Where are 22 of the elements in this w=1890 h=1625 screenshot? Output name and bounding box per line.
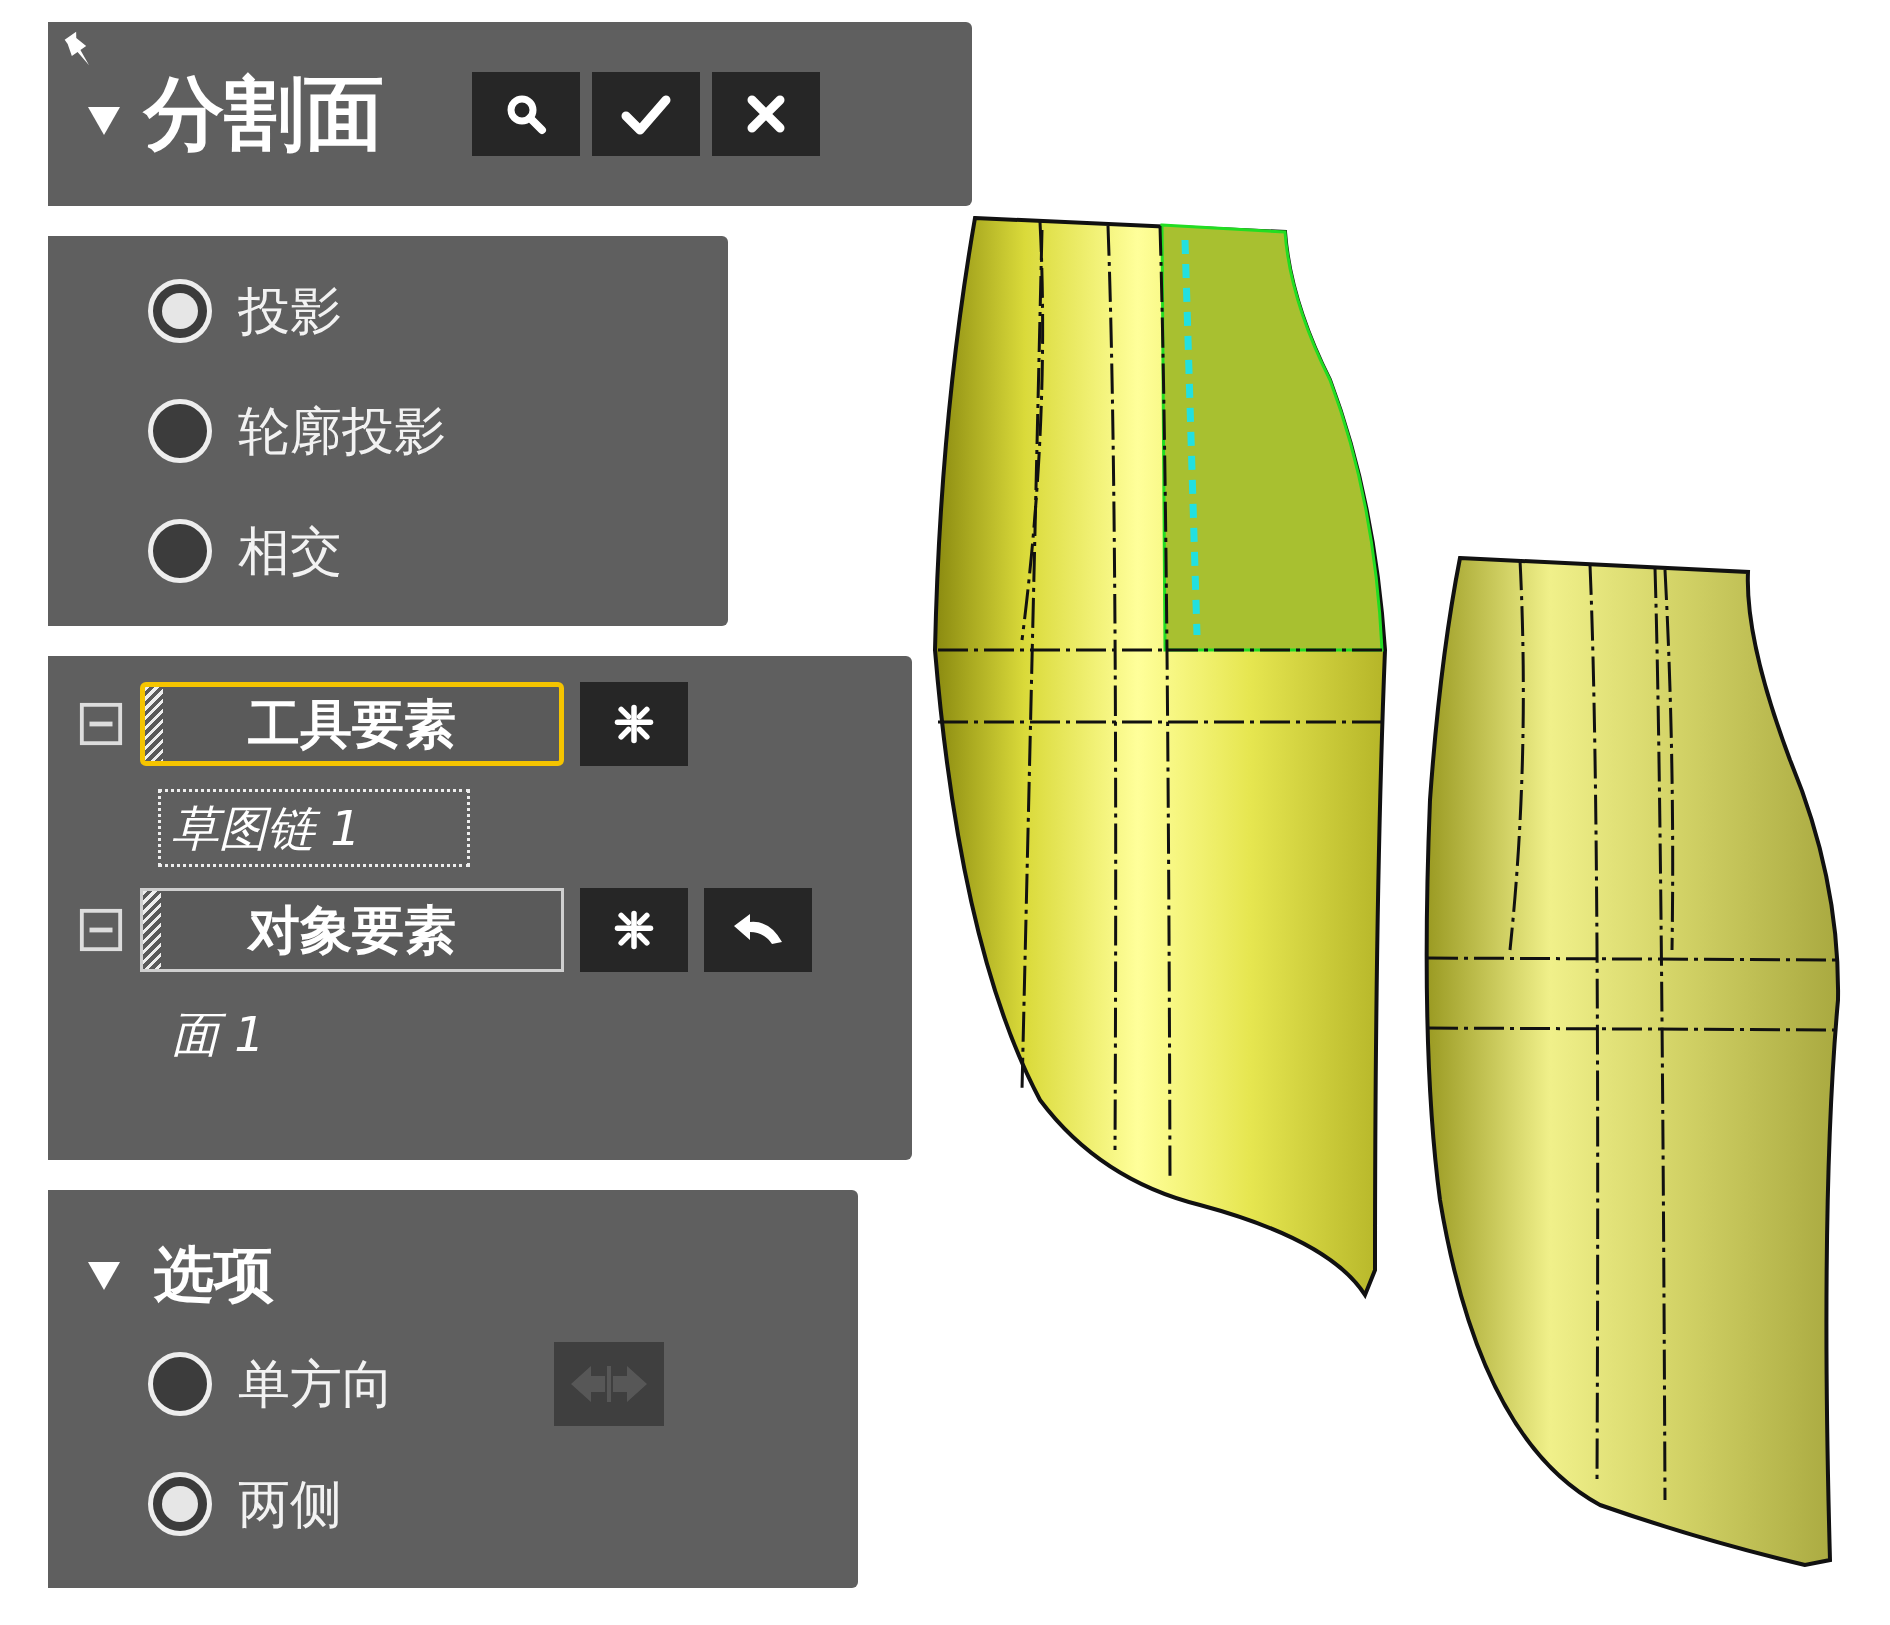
radio-label: 轮廓投影	[238, 405, 446, 457]
cancel-button[interactable]	[712, 72, 820, 156]
ok-button[interactable]	[592, 72, 700, 156]
panel-title: 分割面	[144, 74, 384, 154]
radio-label: 两侧	[238, 1478, 342, 1530]
section-title: 选项	[154, 1244, 274, 1304]
selection-field[interactable]: 对象要素	[140, 888, 564, 972]
asterisk-icon	[612, 702, 656, 746]
selected-item[interactable]: 草图链 1	[158, 789, 470, 867]
selection-field[interactable]: 工具要素	[140, 682, 564, 766]
selected-item[interactable]: 面 1	[158, 995, 278, 1073]
options-button[interactable]	[580, 888, 688, 972]
collapse-icon[interactable]	[78, 907, 124, 953]
options-button[interactable]	[580, 682, 688, 766]
preview-button[interactable]	[472, 72, 580, 156]
radio-label: 单方向	[238, 1358, 394, 1410]
collapse-icon[interactable]	[78, 701, 124, 747]
radio-label: 投影	[238, 285, 342, 337]
asterisk-icon	[612, 908, 656, 952]
undo-button[interactable]	[704, 888, 812, 972]
radio-label: 相交	[238, 525, 342, 577]
radio-button[interactable]	[148, 1472, 212, 1536]
